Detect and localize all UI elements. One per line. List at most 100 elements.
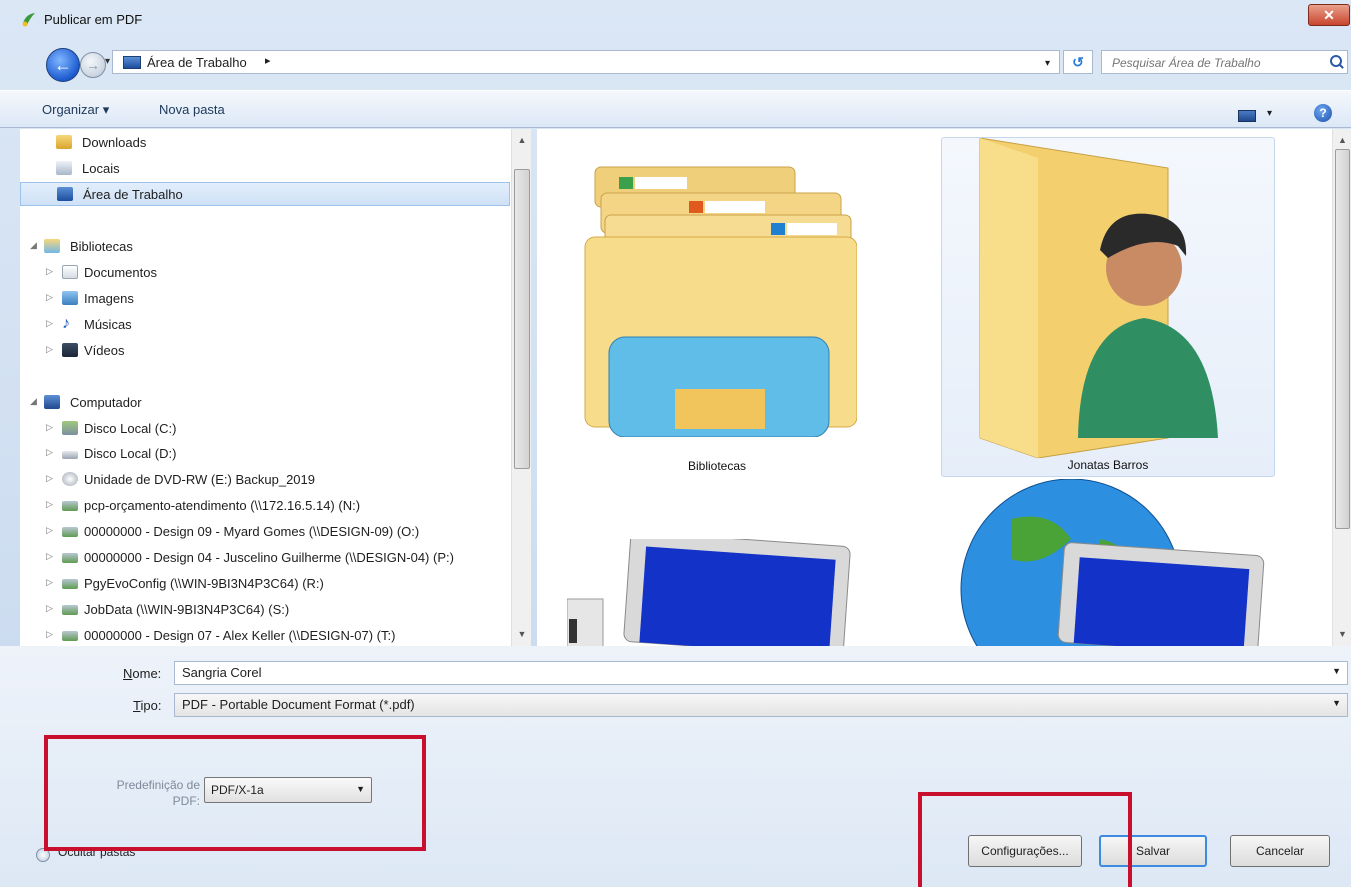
file-name-value[interactable]: Sangria Corel [182,665,262,680]
cancel-button[interactable]: Cancelar [1230,835,1330,867]
expand-arrow-icon[interactable]: ▷ [46,266,53,277]
tile-user-folder[interactable]: Jonatas Barros [941,137,1275,477]
pdf-preset-value[interactable]: PDF/X-1a [211,783,264,797]
expand-arrow-icon[interactable]: ▷ [46,422,53,433]
system-drive-icon [62,421,78,435]
collapse-arrow-icon[interactable]: ◢ [30,396,37,407]
nav-item-label: Computador [70,395,142,410]
hide-folders-button[interactable]: Ocultar pastas [58,845,135,859]
label-text: ome: [132,666,162,681]
nav-item-drive-c[interactable]: ▷ Disco Local (C:) [20,417,510,441]
music-note-icon: ♪ [62,315,70,332]
forward-button[interactable]: → [80,52,106,78]
libraries-icon [44,239,60,253]
chevron-down-icon[interactable]: ▼ [1332,698,1341,708]
expand-arrow-icon[interactable]: ▷ [46,447,53,458]
help-icon[interactable]: ? [1314,104,1332,122]
pdf-preset-label: Predefinição de PDF: [82,777,200,809]
settings-button[interactable]: Configurações... [968,835,1082,867]
expand-arrow-icon[interactable]: ▷ [46,292,53,303]
expand-arrow-icon[interactable]: ▷ [46,473,53,484]
nav-item-pictures[interactable]: ▷ Imagens [20,287,510,311]
organize-menu[interactable]: Organizar ▾ [42,102,109,118]
nav-item-label: 00000000 - Design 07 - Alex Keller (\\DE… [84,628,396,643]
nav-item-locais[interactable]: Locais [20,157,510,181]
path-separator[interactable]: ▸ [265,54,271,67]
nav-item-downloads[interactable]: Downloads [20,131,510,155]
file-view: Bibliotecas Jonatas Barros [537,129,1332,646]
file-type-select[interactable]: PDF - Portable Document Format (*.pdf) ▼ [174,693,1348,717]
scroll-up-icon[interactable]: ▲ [512,135,531,145]
chevron-down-icon[interactable]: ▼ [356,784,365,794]
file-type-value[interactable]: PDF - Portable Document Format (*.pdf) [182,697,415,712]
save-button[interactable]: Salvar [1099,835,1207,867]
nav-item-label: Área de Trabalho [83,187,183,202]
new-folder-button[interactable]: Nova pasta [159,102,225,117]
view-options-dropdown-icon[interactable]: ▾ [1267,108,1272,119]
nav-item-label: Bibliotecas [70,239,133,254]
nav-item-label: PgyEvoConfig (\\WIN-9BI3N4P3C64) (R:) [84,576,324,591]
computer-icon [567,539,851,646]
back-button[interactable]: ← [46,48,80,82]
nav-item-desktop[interactable]: Área de Trabalho [20,182,510,206]
documents-icon [62,265,78,279]
videos-icon [62,343,78,357]
nav-item-videos[interactable]: ▷ Vídeos [20,339,510,363]
nav-item-drive-o[interactable]: ▷ 00000000 - Design 09 - Myard Gomes (\\… [20,520,510,544]
address-bar[interactable]: Área de Trabalho ▸ [112,50,1060,74]
nav-item-drive-r[interactable]: ▷ PgyEvoConfig (\\WIN-9BI3N4P3C64) (R:) [20,572,510,596]
expand-arrow-icon[interactable]: ▷ [46,629,53,640]
expand-arrow-icon[interactable]: ▷ [46,577,53,588]
nav-item-drive-n[interactable]: ▷ pcp-orçamento-atendimento (\\172.16.5.… [20,494,510,518]
expand-arrow-icon[interactable]: ▷ [46,318,53,329]
expand-arrow-icon[interactable]: ▷ [46,499,53,510]
tile-label: Jonatas Barros [1067,458,1149,472]
address-path[interactable]: Área de Trabalho [147,55,247,70]
nav-item-label: Vídeos [84,343,125,358]
nav-item-libraries[interactable]: ◢ Bibliotecas [20,235,510,259]
tile-libraries[interactable]: Bibliotecas [567,137,867,479]
search-box[interactable] [1101,50,1348,75]
desktop-icon [123,56,141,69]
search-icon[interactable] [1330,55,1342,67]
close-button[interactable]: ✕ [1308,4,1350,26]
expand-arrow-icon[interactable]: ▷ [46,525,53,536]
refresh-button[interactable]: ↺ [1063,50,1093,74]
file-view-scrollbar[interactable]: ▲ ▼ [1332,129,1351,646]
nav-item-computer[interactable]: ◢ Computador [20,391,510,415]
expand-arrow-icon[interactable]: ▷ [46,551,53,562]
pdf-preset-select[interactable]: PDF/X-1a ▼ [204,777,372,803]
nav-item-music[interactable]: ▷ ♪ Músicas [20,313,510,337]
command-bar: Organizar ▾ Nova pasta [0,90,1351,128]
scroll-down-icon[interactable]: ▼ [1333,629,1351,639]
label-text: ipo: [140,698,162,713]
name-label: Nome: [123,666,161,681]
title-bar: Publicar em PDF ✕ [0,0,1351,40]
chevron-down-icon[interactable]: ▼ [1332,666,1341,676]
window-title: Publicar em PDF [44,12,143,27]
recent-pages-dropdown[interactable]: ▾ [105,56,110,67]
collapse-up-icon[interactable] [36,848,50,862]
nav-item-label: Documentos [84,265,157,280]
scroll-down-icon[interactable]: ▼ [512,629,531,639]
change-view-icon[interactable] [1238,110,1256,122]
address-history-dropdown-icon[interactable]: ▾ [1045,58,1050,69]
scrollbar-thumb[interactable] [1335,149,1350,529]
scrollbar-thumb[interactable] [514,169,530,469]
scroll-up-icon[interactable]: ▲ [1333,135,1351,145]
file-name-input[interactable]: Sangria Corel ▼ [174,661,1348,685]
navigation-scrollbar[interactable]: ▲ ▼ [511,129,531,646]
search-input[interactable] [1102,51,1324,75]
nav-item-drive-t[interactable]: ▷ 00000000 - Design 07 - Alex Keller (\\… [20,624,510,646]
publish-pdf-dialog: Publicar em PDF ✕ ← → ▾ Área de Trabalho… [0,0,1351,887]
expand-arrow-icon[interactable]: ▷ [46,344,53,355]
nav-item-documents[interactable]: ▷ Documentos [20,261,510,285]
nav-item-dvd-drive[interactable]: ▷ Unidade de DVD-RW (E:) Backup_2019 [20,468,510,492]
collapse-arrow-icon[interactable]: ◢ [30,240,37,251]
nav-item-drive-s[interactable]: ▷ JobData (\\WIN-9BI3N4P3C64) (S:) [20,598,510,622]
nav-item-drive-d[interactable]: ▷ Disco Local (D:) [20,442,510,466]
expand-arrow-icon[interactable]: ▷ [46,603,53,614]
nav-item-drive-p[interactable]: ▷ 00000000 - Design 04 - Juscelino Guilh… [20,546,510,570]
dvd-drive-icon [62,472,78,486]
nav-item-label: 00000000 - Design 04 - Juscelino Guilher… [84,550,454,565]
